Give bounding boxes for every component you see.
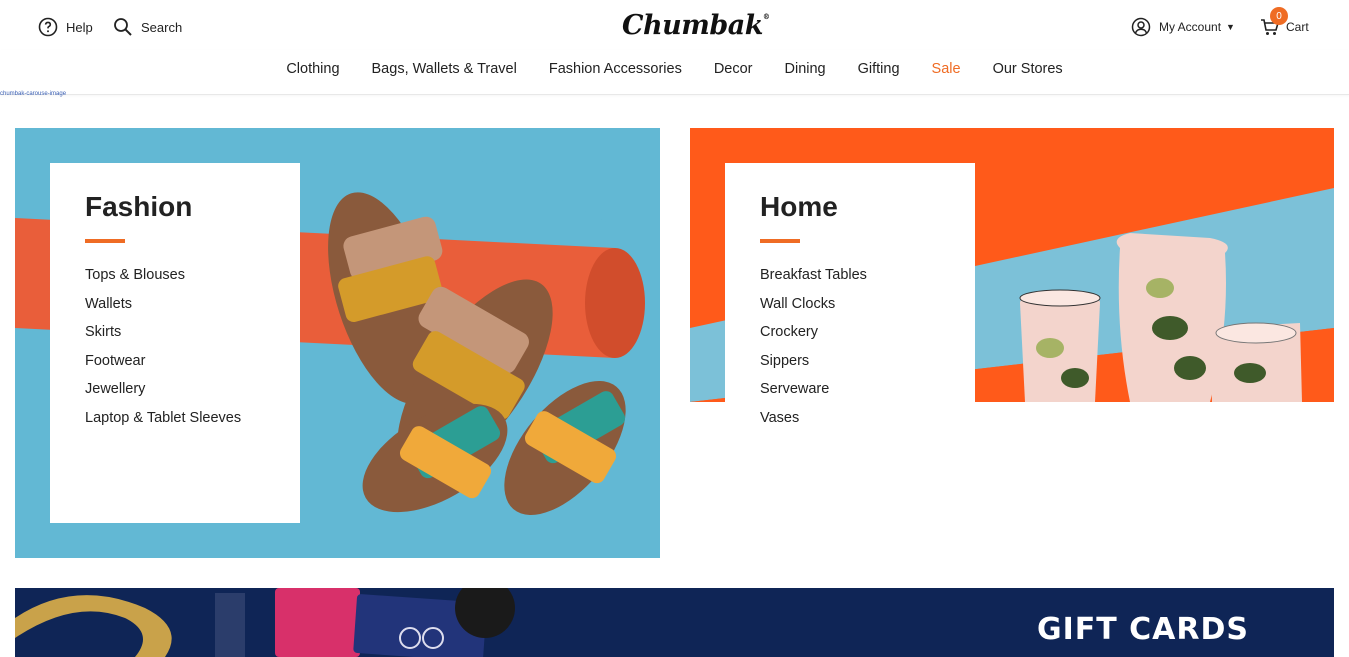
- home-link-serveware[interactable]: Serveware: [760, 381, 940, 397]
- fashion-category-card: Fashion Tops & Blouses Wallets Skirts Fo…: [50, 163, 300, 523]
- help-link[interactable]: Help: [38, 17, 93, 37]
- header: Help Search Chumbak® My Account ▼ 0 Cart: [0, 0, 1349, 50]
- nav-item-dining[interactable]: Dining: [769, 50, 842, 94]
- nav-item-sale[interactable]: Sale: [916, 50, 977, 94]
- home-title[interactable]: Home: [760, 191, 940, 223]
- fashion-link-skirts[interactable]: Skirts: [85, 324, 265, 340]
- user-circle-icon: [1131, 17, 1151, 37]
- home-link-wall-clocks[interactable]: Wall Clocks: [760, 296, 940, 312]
- logo[interactable]: Chumbak®: [622, 10, 770, 41]
- home-link-sippers[interactable]: Sippers: [760, 353, 940, 369]
- logo-text: Chumbak: [622, 10, 763, 41]
- cart-label: Cart: [1286, 20, 1309, 34]
- nav-item-decor[interactable]: Decor: [698, 50, 769, 94]
- accent-divider: [85, 239, 125, 243]
- home-link-vases[interactable]: Vases: [760, 410, 940, 426]
- home-category-card: Home Breakfast Tables Wall Clocks Crocke…: [725, 163, 975, 453]
- home-list: Breakfast Tables Wall Clocks Crockery Si…: [760, 267, 940, 426]
- logo-reg: ®: [762, 12, 770, 21]
- gift-cards-banner[interactable]: GIFT CARDS: [15, 588, 1334, 657]
- home-link-breakfast-tables[interactable]: Breakfast Tables: [760, 267, 940, 283]
- cart-button[interactable]: 0 Cart: [1260, 7, 1309, 37]
- help-circle-icon: [38, 17, 58, 37]
- fashion-link-wallets[interactable]: Wallets: [85, 296, 265, 312]
- fashion-link-footwear[interactable]: Footwear: [85, 353, 265, 369]
- main-nav: Clothing Bags, Wallets & Travel Fashion …: [0, 50, 1349, 95]
- home-link-crockery[interactable]: Crockery: [760, 324, 940, 340]
- my-account-menu[interactable]: My Account ▼: [1131, 17, 1235, 37]
- fashion-link-tops-blouses[interactable]: Tops & Blouses: [85, 267, 265, 283]
- nav-item-clothing[interactable]: Clothing: [270, 50, 355, 94]
- help-label: Help: [66, 19, 93, 35]
- carousel-image-alt: chumbak-carouse-image: [0, 91, 67, 97]
- fashion-list: Tops & Blouses Wallets Skirts Footwear J…: [85, 267, 265, 426]
- fashion-link-jewellery[interactable]: Jewellery: [85, 381, 265, 397]
- cart-icon: 0: [1260, 7, 1288, 37]
- accent-divider: [760, 239, 800, 243]
- search-label: Search: [141, 19, 183, 35]
- gift-cards-illustration: [15, 588, 515, 657]
- search-button[interactable]: Search: [113, 17, 182, 37]
- nav-item-bags-wallets-travel[interactable]: Bags, Wallets & Travel: [356, 50, 533, 94]
- nav-item-gifting[interactable]: Gifting: [842, 50, 916, 94]
- search-icon: [113, 17, 133, 37]
- nav-item-our-stores[interactable]: Our Stores: [977, 50, 1079, 94]
- nav-item-fashion-accessories[interactable]: Fashion Accessories: [533, 50, 698, 94]
- account-label: My Account: [1159, 20, 1222, 34]
- cart-count-badge: 0: [1270, 7, 1288, 25]
- gift-cards-title: GIFT CARDS: [1036, 612, 1249, 647]
- fashion-link-laptop-sleeves[interactable]: Laptop & Tablet Sleeves: [85, 410, 265, 426]
- fashion-title[interactable]: Fashion: [85, 191, 265, 223]
- chevron-down-icon: ▼: [1226, 22, 1235, 32]
